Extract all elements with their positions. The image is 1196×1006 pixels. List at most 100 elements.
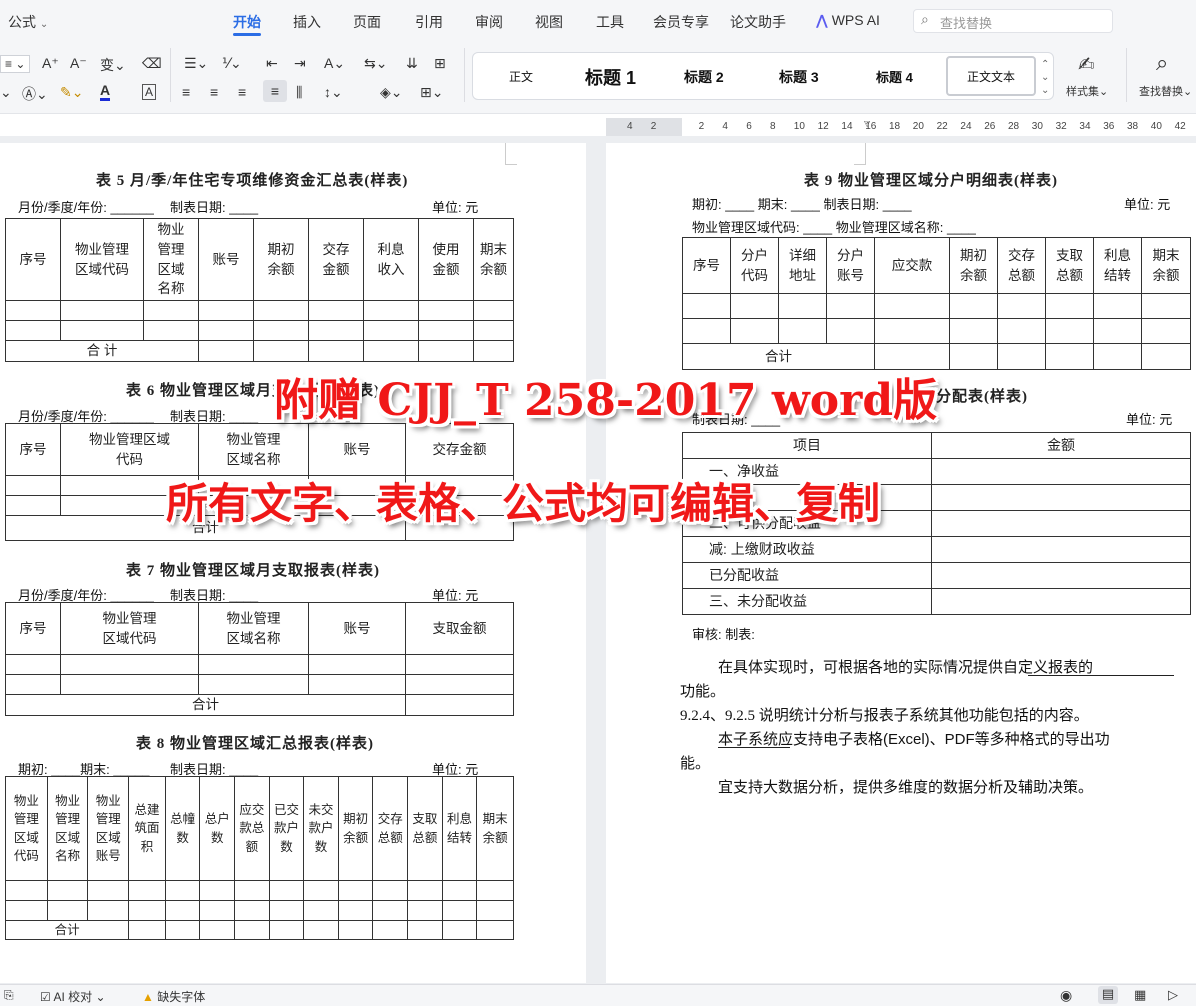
indent-icon[interactable]: ⇥ xyxy=(294,55,306,72)
style-heading2[interactable]: 标题 2 xyxy=(684,67,724,87)
ruler-tick-label: 6 xyxy=(746,121,752,132)
distribute-icon[interactable]: ⫼ xyxy=(296,84,302,101)
missing-font-button[interactable]: ▲ 缺失字体 xyxy=(142,988,205,1005)
indent-marker-icon[interactable]: ▽ xyxy=(864,119,870,128)
ruler-tick-label: 26 xyxy=(984,121,996,132)
table-header-cell: 支取 总额 xyxy=(1045,237,1094,294)
borders-icon[interactable]: ⊞⌄ xyxy=(420,84,443,101)
play-icon[interactable]: ▷ xyxy=(1168,987,1178,1003)
table-header-cell: 账号 xyxy=(198,218,254,301)
shrink-font-icon[interactable]: A⁻ xyxy=(70,55,87,72)
sort-icon[interactable]: ⇆⌄ xyxy=(364,55,387,72)
tab-references[interactable]: 引用 xyxy=(415,12,443,32)
outdent-icon[interactable]: ⇤ xyxy=(266,55,278,72)
ribbon-separator xyxy=(1126,48,1127,102)
table-layout-icon[interactable]: ⊞ xyxy=(434,55,446,72)
ruler-tick-label: 4 xyxy=(627,121,633,132)
style-heading4[interactable]: 标题 4 xyxy=(876,67,913,86)
font-size-select[interactable]: ≡ ⌄ xyxy=(0,55,31,73)
find-replace-button[interactable]: 查找替换⌄ xyxy=(1139,83,1192,99)
table-total-row: 合计 xyxy=(4,919,514,941)
table-header-cell: 应交 款总额 xyxy=(234,776,270,881)
tab-home[interactable]: 开始 xyxy=(233,12,261,32)
underline-mark xyxy=(1028,675,1174,676)
style-heading3[interactable]: 标题 3 xyxy=(779,67,819,87)
style-body-text[interactable]: 正文文本 xyxy=(946,56,1036,96)
search-icon: ⌕ xyxy=(921,11,929,27)
promo-overlay-line2: 所有文字、表格、公式均可编辑、复制 xyxy=(166,479,881,528)
table-header-cell: 总建 筑面积 xyxy=(128,776,166,881)
eye-icon[interactable]: ◉ xyxy=(1060,987,1072,1004)
tab-page[interactable]: 页面 xyxy=(353,12,381,32)
justify-icon[interactable]: ≡ xyxy=(263,80,287,102)
tab-member[interactable]: 会员专享 xyxy=(653,12,709,32)
paragraph-1a: 在具体实现时，可根据各地的实际情况提供自定义报表的 xyxy=(718,659,1094,676)
page-mode-icon[interactable]: ▤ xyxy=(1098,986,1118,1004)
missing-font-label: 缺失字体 xyxy=(157,990,206,1004)
grow-font-icon[interactable]: A⁺ xyxy=(42,55,59,72)
formula-dropdown[interactable]: 公式 ⌄ xyxy=(8,12,48,32)
left-page: 表 5 月/季/年住宅专项维修资金汇总表(样表) 月份/季度/年份: _____… xyxy=(0,143,586,983)
table-header-cell: 物业管理区域代码 xyxy=(60,423,199,476)
font-color-icon[interactable]: A xyxy=(100,82,111,101)
item-cell: 减: 上缴财政收益 xyxy=(682,536,932,563)
item-cell: 三、未分配收益 xyxy=(682,588,932,615)
table-header-row: 序号 分户 代码 详细 地址 分户 账号 应交款 期初 余额 交存 总额 支取 总额 利息结… xyxy=(682,237,1191,294)
table-header-cell: 物业管理区域名称 xyxy=(198,423,309,476)
align-center-icon[interactable]: ≡ xyxy=(210,84,218,100)
ruler-margin xyxy=(606,118,682,136)
ai-check-label: AI 校对 xyxy=(53,990,93,1004)
effect-icon[interactable]: ⌄ xyxy=(0,84,12,101)
show-marks-icon[interactable]: ⇊ xyxy=(406,55,418,72)
ruler-tick-label: 24 xyxy=(960,121,972,132)
ruler-tick-label: 34 xyxy=(1079,121,1091,132)
table-header-row: 序号 物业管理区域 代码 物业管理 区域名称 账号 交存金额 xyxy=(5,423,514,476)
clear-format-icon[interactable]: ⌫ xyxy=(142,55,162,72)
style-normal[interactable]: 正文 xyxy=(509,68,533,85)
status-bar: ⎘ ☑ AI 校对 ⌄ ▲ 缺失字体 ◉ ▤ ▦ ▷ xyxy=(0,984,1196,1006)
table-header-cell: 账号 xyxy=(308,423,406,476)
gallery-scroll-icon[interactable]: ⌃ ⌄ ⌄ xyxy=(1041,58,1049,97)
highlight-icon[interactable]: ✎⌄ xyxy=(60,84,83,101)
tab-insert[interactable]: 插入 xyxy=(293,12,321,32)
line-spacing-icon[interactable]: ↕⌄ xyxy=(324,84,343,101)
formula-label: 公式 xyxy=(8,14,36,30)
paragraph-2: 9.2.4、9.2.5 说明统计分析与报表子系统其他功能包括的内容。 xyxy=(680,708,1089,724)
table-header-cell: 未交 款户数 xyxy=(303,776,339,881)
table-header-cell: 总幢数 xyxy=(164,776,201,881)
horizontal-ruler[interactable]: 4 2 2 4 6 8 10 12 14 16 18 20 22 24 26 28 30 32 34 36 38 40 42… xyxy=(606,118,1196,136)
phonetic-icon[interactable]: 变⌄ xyxy=(100,55,126,75)
table-row xyxy=(682,318,1191,344)
table-header-cell: 期末 余额 xyxy=(473,218,514,301)
tab-thesis[interactable]: 论文助手 xyxy=(730,12,786,32)
style-heading1[interactable]: 标题 1 xyxy=(585,64,636,90)
align-left-icon[interactable]: ≡ xyxy=(182,84,190,100)
total-label: 合 计 xyxy=(5,340,199,362)
chinese-layout-icon[interactable]: A⌄ xyxy=(324,55,345,72)
search-input[interactable]: 查找替换 xyxy=(913,9,1113,33)
ruler-tick-label: 38 xyxy=(1127,121,1139,132)
table-row xyxy=(5,674,514,695)
tab-review[interactable]: 审阅 xyxy=(475,12,503,32)
table-header-cell: 交存 总额 xyxy=(372,776,409,881)
wps-ai-button[interactable]: ⋀ WPS AI xyxy=(816,12,880,29)
table-header-cell: 分户 代码 xyxy=(730,237,779,294)
table5-date: 制表日期: ____ xyxy=(170,200,259,215)
tab-view[interactable]: 视图 xyxy=(535,12,563,32)
text-effect-icon[interactable]: Ⓐ⌄ xyxy=(22,84,48,104)
align-right-icon[interactable]: ≡ xyxy=(238,84,246,100)
paragraph-1b: 功能。 xyxy=(680,683,726,700)
page-view-icon[interactable]: ⎘ xyxy=(4,988,14,1003)
outline-mode-icon[interactable]: ▦ xyxy=(1134,987,1146,1003)
shading-icon[interactable]: ◈⌄ xyxy=(380,84,403,101)
char-border-icon[interactable]: A xyxy=(142,84,157,100)
tab-tools[interactable]: 工具 xyxy=(596,12,624,32)
table5-unit: 单位: 元 xyxy=(432,200,479,215)
style-set-button[interactable]: 样式集⌄ xyxy=(1066,83,1108,99)
bullets-icon[interactable]: ☰⌄ xyxy=(184,55,208,72)
ai-check-button[interactable]: ☑ AI 校对 ⌄ xyxy=(40,988,106,1005)
numbering-icon[interactable]: ⅟⌄ xyxy=(222,55,242,72)
table-header-cell: 项目 xyxy=(682,432,932,459)
crop-mark xyxy=(505,143,517,165)
table-header-cell: 应交款 xyxy=(874,237,950,294)
